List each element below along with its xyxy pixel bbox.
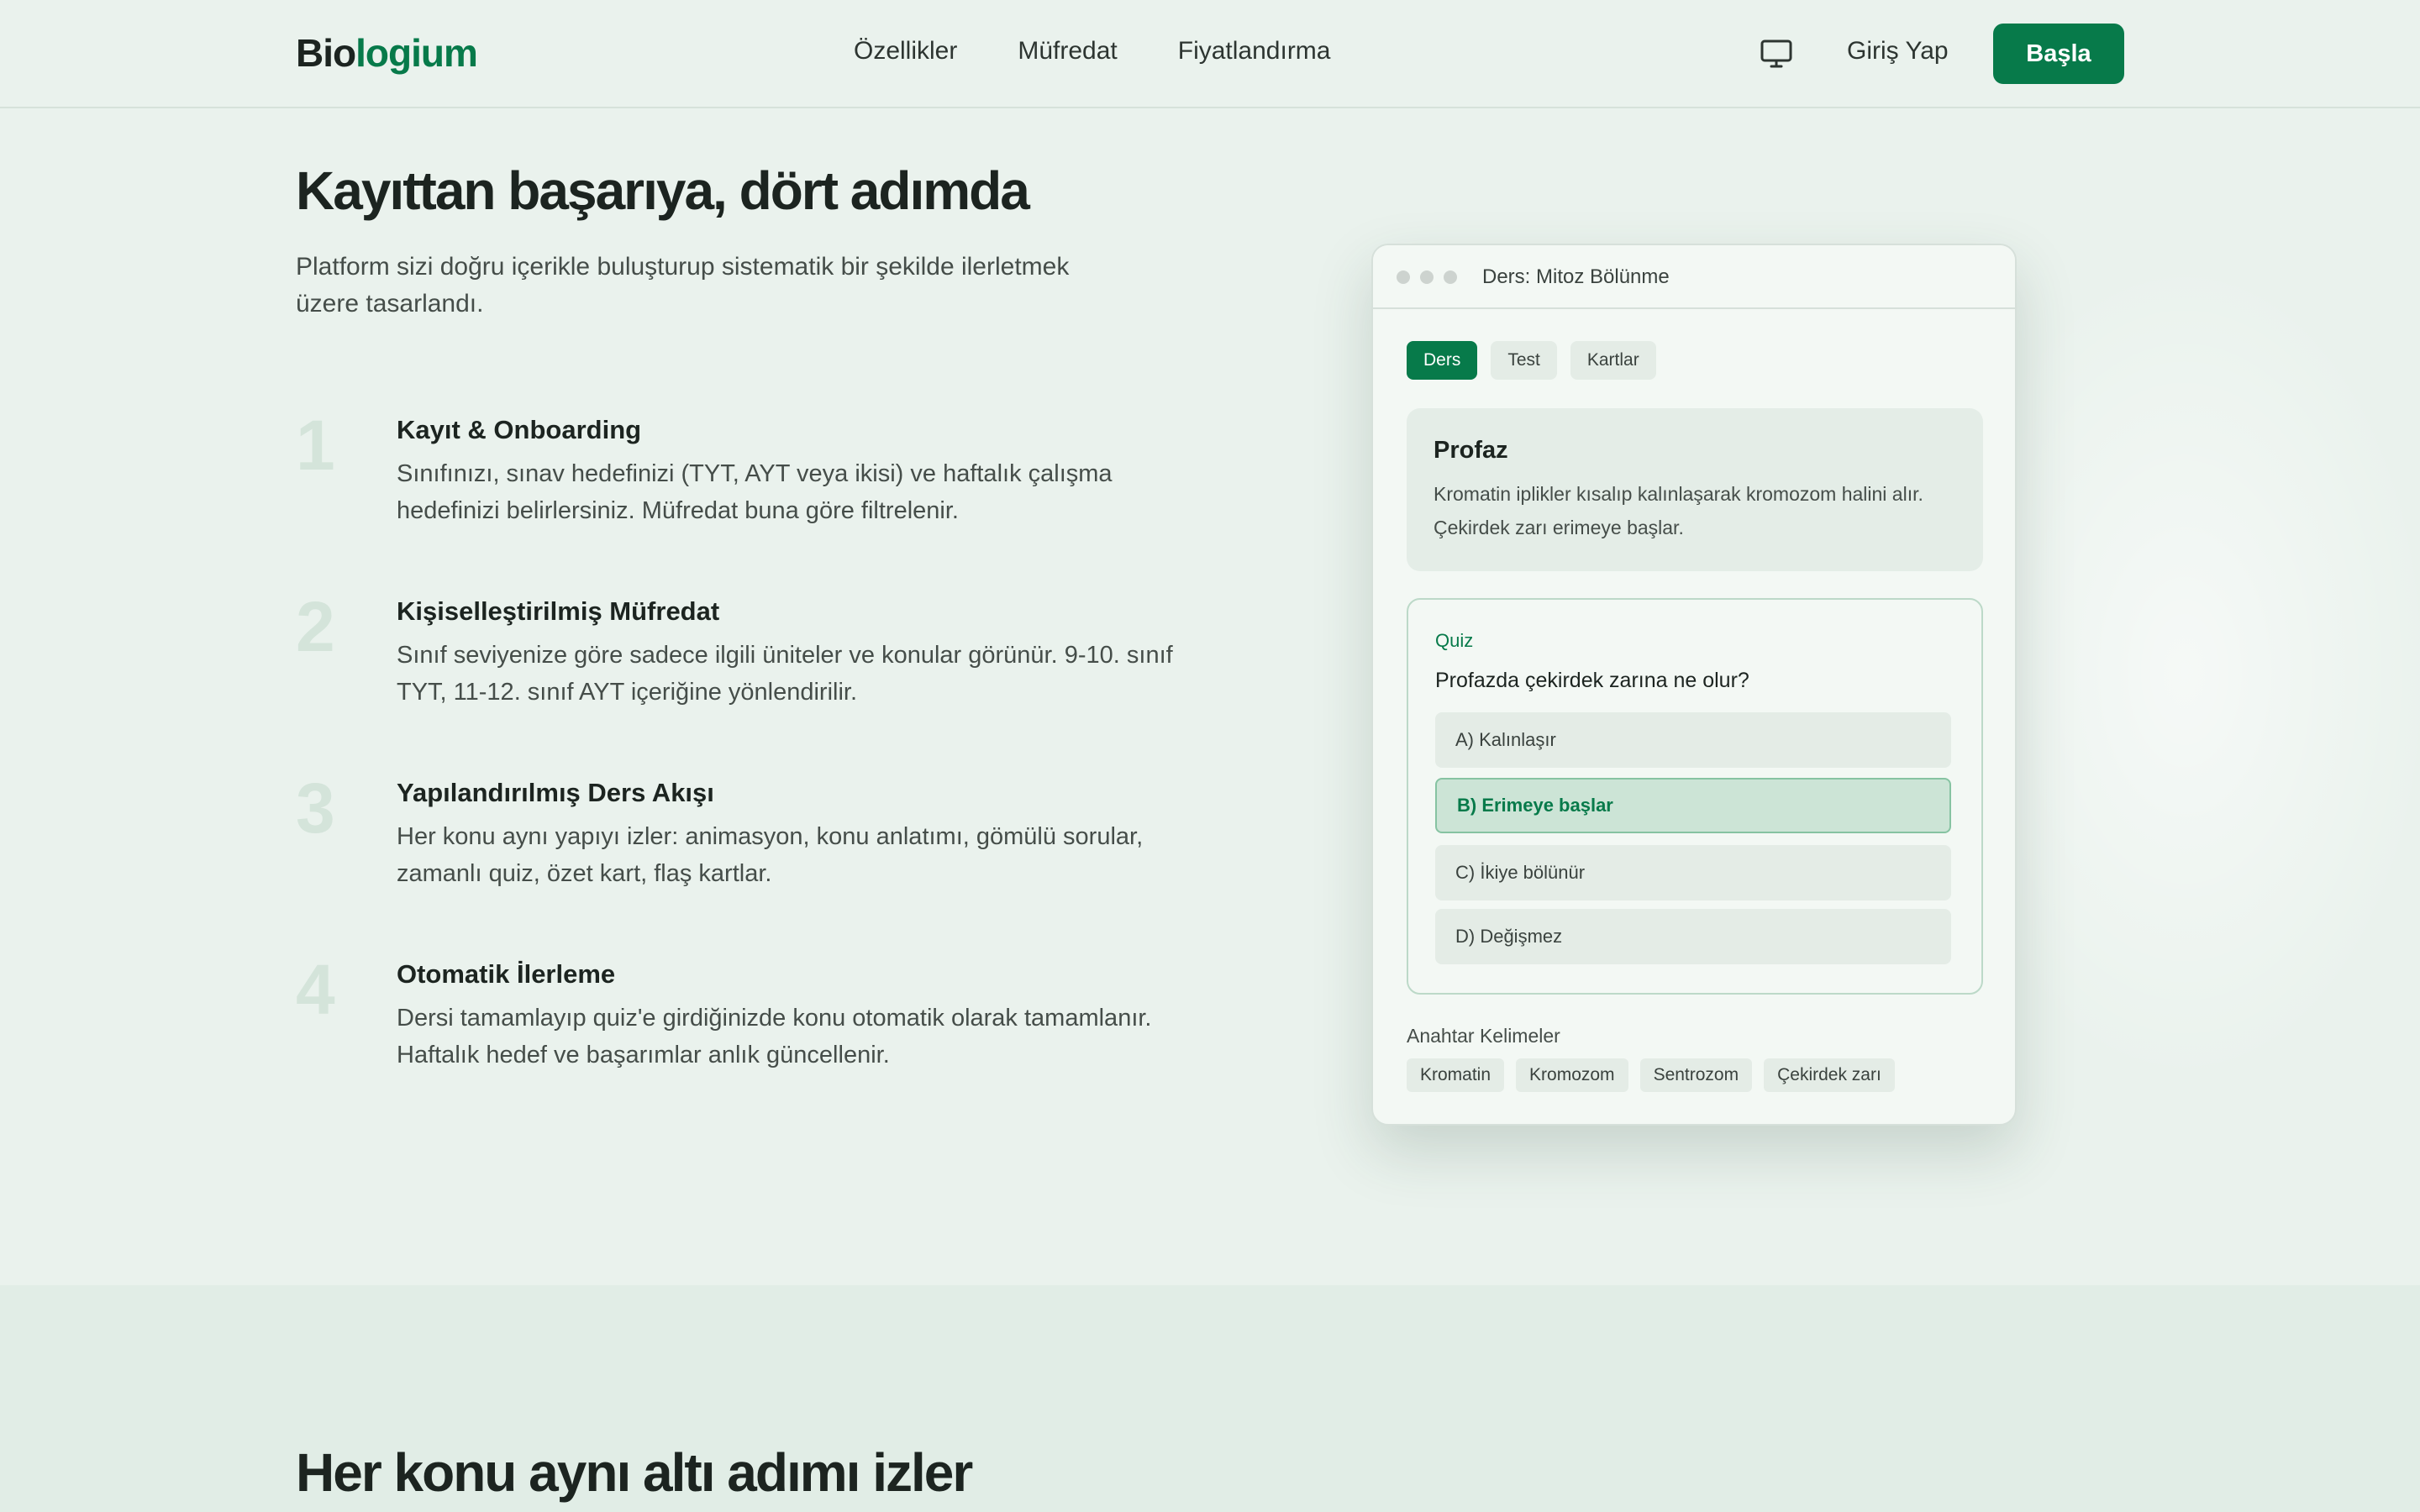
monitor-icon[interactable] <box>1760 37 1793 71</box>
main-nav: Özellikler Müfredat Fiyatlandırma <box>854 37 1330 66</box>
step-description: Dersi tamamlayıp quiz'e girdiğinizde kon… <box>397 1005 1152 1068</box>
step-item: 4 Otomatik İlerleme Dersi tamamlayıp qui… <box>296 954 1178 1094</box>
step-title: Kayıt & Onboarding <box>397 415 642 444</box>
nav-link-features[interactable]: Özellikler <box>854 37 957 66</box>
quiz-option-d[interactable]: D) Değişmez <box>1435 909 1951 964</box>
quiz-card: Quiz Profazda çekirdek zarına ne olur? A… <box>1407 598 1983 995</box>
keywords-list: Kromatin Kromozom Sentrozom Çekirdek zar… <box>1407 1058 1895 1092</box>
section-title: Her konu aynı altı adımı izler <box>296 1442 973 1503</box>
step-number: 2 <box>296 587 335 666</box>
quiz-label: Quiz <box>1435 630 1474 651</box>
step-description: Sınıfınızı, sınav hedefinizi (TYT, AYT v… <box>397 460 1113 524</box>
lesson-text: Kromatin iplikler kısalıp kalınlaşarak k… <box>1434 483 1923 538</box>
lesson-window-mockup: Ders: Mitoz Bölünme Ders Test Kartlar Pr… <box>1371 244 2017 1126</box>
six-steps-section: Her konu aynı altı adımı izler <box>0 1285 2420 1512</box>
keyword-chip[interactable]: Kromozom <box>1516 1058 1628 1092</box>
step-item: 1 Kayıt & Onboarding Sınıfınızı, sınav h… <box>296 410 1178 549</box>
nav-link-curriculum[interactable]: Müfredat <box>1018 37 1117 66</box>
logo-text-logium: logium <box>355 31 478 75</box>
top-navbar: Biologium Özellikler Müfredat Fiyatlandı… <box>0 0 2420 108</box>
window-dot-icon <box>1397 270 1410 284</box>
window-titlebar: Ders: Mitoz Bölünme <box>1373 245 2015 309</box>
step-title: Yapılandırılmış Ders Akışı <box>397 778 714 807</box>
step-title: Otomatik İlerleme <box>397 959 616 989</box>
step-number: 3 <box>296 769 335 848</box>
window-dot-icon <box>1420 270 1434 284</box>
section-subtitle: Platform sizi doğru içerikle buluşturup … <box>296 253 1070 318</box>
page: Biologium Özellikler Müfredat Fiyatlandı… <box>0 0 2420 1512</box>
quiz-option-b[interactable]: B) Erimeye başlar <box>1435 778 1951 833</box>
section-title: Kayıttan başarıya, dört adımda <box>296 160 1030 221</box>
quiz-question: Profazda çekirdek zarına ne olur? <box>1435 669 1749 692</box>
nav-link-pricing[interactable]: Fiyatlandırma <box>1178 37 1331 66</box>
keyword-chip[interactable]: Kromatin <box>1407 1058 1505 1092</box>
start-button[interactable]: Başla <box>1993 24 2124 84</box>
step-number: 1 <box>296 406 335 485</box>
step-item: 2 Kişiselleştirilmiş Müfredat Sınıf sevi… <box>296 591 1178 731</box>
lesson-tabs: Ders Test Kartlar <box>1407 341 1656 380</box>
brand-logo[interactable]: Biologium <box>296 30 478 76</box>
logo-text-bio: Bio <box>296 31 356 75</box>
keywords-label: Anahtar Kelimeler <box>1407 1025 1560 1047</box>
keyword-chip[interactable]: Sentrozom <box>1639 1058 1753 1092</box>
step-number: 4 <box>296 950 335 1029</box>
window-title: Ders: Mitoz Bölünme <box>1482 265 1670 288</box>
lesson-card: Profaz Kromatin iplikler kısalıp kalınla… <box>1407 408 1983 571</box>
step-description: Sınıf seviyenize göre sadece ilgili ünit… <box>397 642 1173 706</box>
quiz-option-a[interactable]: A) Kalınlaşır <box>1435 712 1951 768</box>
login-link[interactable]: Giriş Yap <box>1847 37 1949 66</box>
quiz-option-c[interactable]: C) İkiye bölünür <box>1435 845 1951 900</box>
tab-lesson[interactable]: Ders <box>1407 341 1478 380</box>
step-item: 3 Yapılandırılmış Ders Akışı Her konu ay… <box>296 773 1178 912</box>
window-dot-icon <box>1444 270 1457 284</box>
lesson-title: Profaz <box>1434 437 1508 464</box>
keyword-chip[interactable]: Çekirdek zarı <box>1764 1058 1895 1092</box>
tab-cards[interactable]: Kartlar <box>1570 341 1656 380</box>
step-title: Kişiselleştirilmiş Müfredat <box>397 596 720 626</box>
tab-test[interactable]: Test <box>1491 341 1557 380</box>
step-description: Her konu aynı yapıyı izler: animasyon, k… <box>397 823 1144 887</box>
